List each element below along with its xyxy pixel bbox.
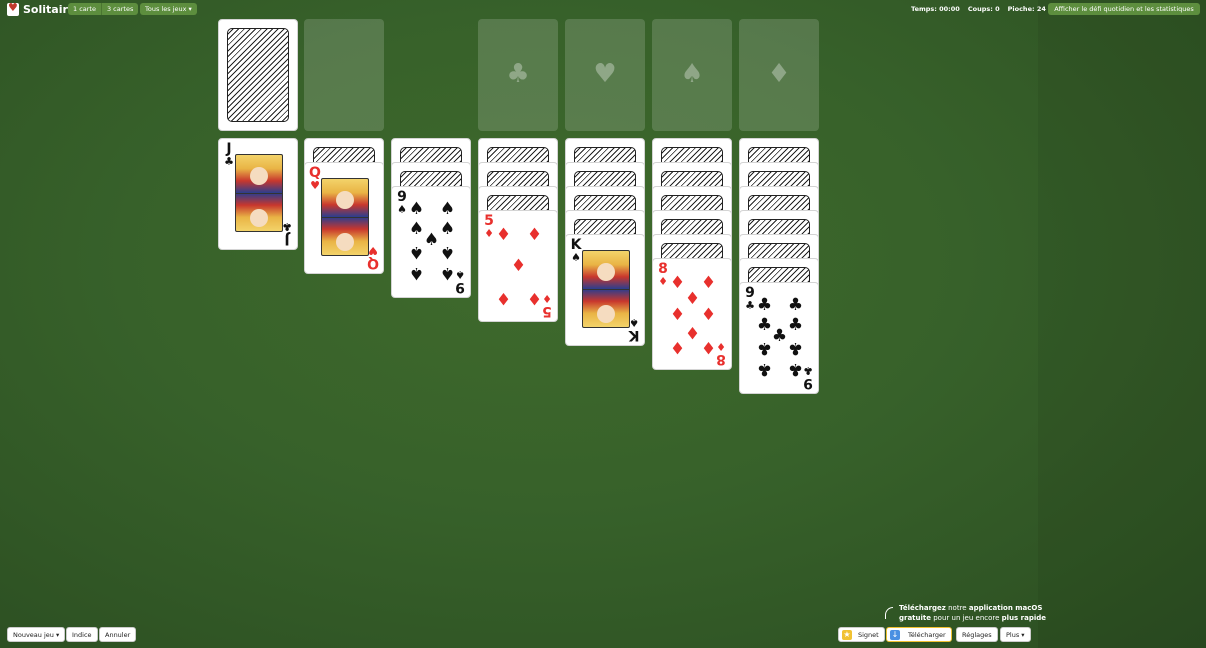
stock-pile[interactable] bbox=[218, 19, 298, 131]
star-icon: ★ bbox=[842, 630, 852, 640]
club-pip-icon: ♣ bbox=[787, 315, 804, 335]
club-pip-icon: ♣ bbox=[787, 338, 804, 358]
moves-stat: Coups: 0 bbox=[967, 5, 1000, 13]
all-games-menu[interactable]: Tous les jeux ▾ bbox=[140, 3, 197, 15]
card-corner: K ♠ bbox=[628, 316, 640, 343]
card-corner: 8 ♦ bbox=[658, 261, 668, 288]
spade-pip-icon: ♠ bbox=[423, 230, 440, 250]
tableau-card-jack-clubs[interactable]: J ♣ J ♣ bbox=[218, 138, 298, 250]
club-pip-icon: ♣ bbox=[756, 359, 773, 379]
tableau-card-five-diamonds[interactable]: 5 ♦ ♦ ♦ ♦ ♦ ♦ 5 ♦ bbox=[478, 210, 558, 322]
card-corner: 5 ♦ bbox=[484, 213, 494, 240]
diamond-pip-icon: ♦ bbox=[669, 337, 686, 357]
card-corner: 8 ♦ bbox=[716, 340, 726, 367]
club-pip-icon: ♣ bbox=[756, 338, 773, 358]
spades-icon: ♠ bbox=[680, 59, 704, 89]
foundation-hearts[interactable]: ♥ bbox=[565, 19, 645, 131]
jack-figure-icon bbox=[235, 154, 283, 232]
club-pip-icon: ♣ bbox=[756, 295, 773, 315]
spade-pip-icon: ♠ bbox=[408, 263, 425, 283]
card-corner: 9 ♠ bbox=[455, 268, 465, 295]
tableau-card-king-spades[interactable]: K ♠ K ♠ bbox=[565, 234, 645, 346]
card-corner: 5 ♦ bbox=[542, 292, 552, 319]
bookmark-button[interactable]: ★ Signet bbox=[838, 627, 885, 642]
diamond-pip-icon: ♦ bbox=[700, 305, 717, 325]
all-games-label: Tous les jeux ▾ bbox=[145, 5, 192, 13]
spade-pip-icon: ♠ bbox=[439, 199, 456, 219]
foundation-diamonds[interactable]: ♦ bbox=[739, 19, 819, 131]
card-corner: 9 ♠ bbox=[397, 189, 407, 216]
card-corner: 9 ♣ bbox=[803, 364, 813, 391]
more-menu-button[interactable]: Plus ▾ bbox=[1000, 627, 1031, 642]
timer-stat: Temps: 00:00 bbox=[911, 5, 960, 13]
curved-arrow-icon bbox=[885, 607, 893, 619]
sidebar-shade bbox=[1038, 0, 1206, 648]
tableau-card-nine-spades[interactable]: 9 ♠ ♠ ♠ ♠ ♠ ♠ ♠ ♠ ♠ ♠ 9 ♠ bbox=[391, 186, 471, 298]
macos-app-promo: Téléchargez notre application macOS grat… bbox=[899, 604, 1046, 622]
daily-challenge-button[interactable]: Afficher le défi quotidien et les statis… bbox=[1048, 3, 1200, 15]
foundation-spades[interactable]: ♠ bbox=[652, 19, 732, 131]
spade-pip-icon: ♠ bbox=[439, 219, 456, 239]
diamond-pip-icon: ♦ bbox=[684, 322, 701, 342]
queen-figure-icon bbox=[321, 178, 369, 256]
tableau-card-queen-hearts[interactable]: Q ♥ Q ♥ bbox=[304, 162, 384, 274]
club-pip-icon: ♣ bbox=[787, 295, 804, 315]
card-corner: 9 ♣ bbox=[745, 285, 755, 312]
hearts-icon: ♥ bbox=[593, 59, 617, 89]
card-corner: K ♠ bbox=[570, 237, 582, 264]
tableau-card-nine-clubs[interactable]: 9 ♣ ♣ ♣ ♣ ♣ ♣ ♣ ♣ ♣ ♣ 9 ♣ bbox=[739, 282, 819, 394]
download-button[interactable]: ↓ Télécharger bbox=[886, 627, 952, 642]
waste-pile bbox=[304, 19, 384, 131]
draw-one-button[interactable]: 1 carte bbox=[68, 3, 101, 15]
diamond-pip-icon: ♦ bbox=[526, 225, 543, 245]
spade-pip-icon: ♠ bbox=[439, 242, 456, 262]
club-pip-icon: ♣ bbox=[771, 326, 788, 346]
diamond-pip-icon: ♦ bbox=[669, 305, 686, 325]
card-logo-icon bbox=[7, 1, 19, 16]
diamond-pip-icon: ♦ bbox=[495, 288, 512, 308]
tableau-card-eight-diamonds[interactable]: 8 ♦ ♦ ♦ ♦ ♦ ♦ ♦ ♦ ♦ 8 ♦ bbox=[652, 258, 732, 370]
stock-stat: Pioche: 24 bbox=[1007, 5, 1046, 13]
card-corner: J ♣ bbox=[282, 220, 292, 247]
download-arrow-icon: ↓ bbox=[890, 630, 900, 640]
spade-pip-icon: ♠ bbox=[408, 199, 425, 219]
diamond-pip-icon: ♦ bbox=[700, 273, 717, 293]
draw-three-button[interactable]: 3 cartes bbox=[100, 3, 138, 15]
foundation-clubs[interactable]: ♣ bbox=[478, 19, 558, 131]
diamond-pip-icon: ♦ bbox=[684, 289, 701, 309]
undo-button[interactable]: Annuler bbox=[99, 627, 137, 642]
game-stats: Temps: 00:00 Coups: 0 Pioche: 24 bbox=[911, 5, 1046, 13]
new-game-button[interactable]: Nouveau jeu ▾ bbox=[7, 627, 66, 642]
diamond-pip-icon: ♦ bbox=[669, 273, 686, 293]
draw-mode-toggle: 1 carte 3 cartes bbox=[68, 3, 139, 15]
settings-button[interactable]: Réglages bbox=[956, 627, 998, 642]
card-corner: J ♣ bbox=[224, 141, 234, 168]
diamonds-icon: ♦ bbox=[767, 59, 791, 89]
king-figure-icon bbox=[582, 250, 630, 328]
clubs-icon: ♣ bbox=[506, 59, 530, 89]
hint-button[interactable]: Indice bbox=[66, 627, 98, 642]
card-corner: Q ♥ bbox=[367, 244, 379, 271]
app-logo[interactable]: Solitaire bbox=[7, 1, 75, 16]
spade-pip-icon: ♠ bbox=[408, 242, 425, 262]
card-corner: Q ♥ bbox=[309, 165, 321, 192]
diamond-pip-icon: ♦ bbox=[495, 225, 512, 245]
diamond-pip-icon: ♦ bbox=[510, 256, 527, 276]
